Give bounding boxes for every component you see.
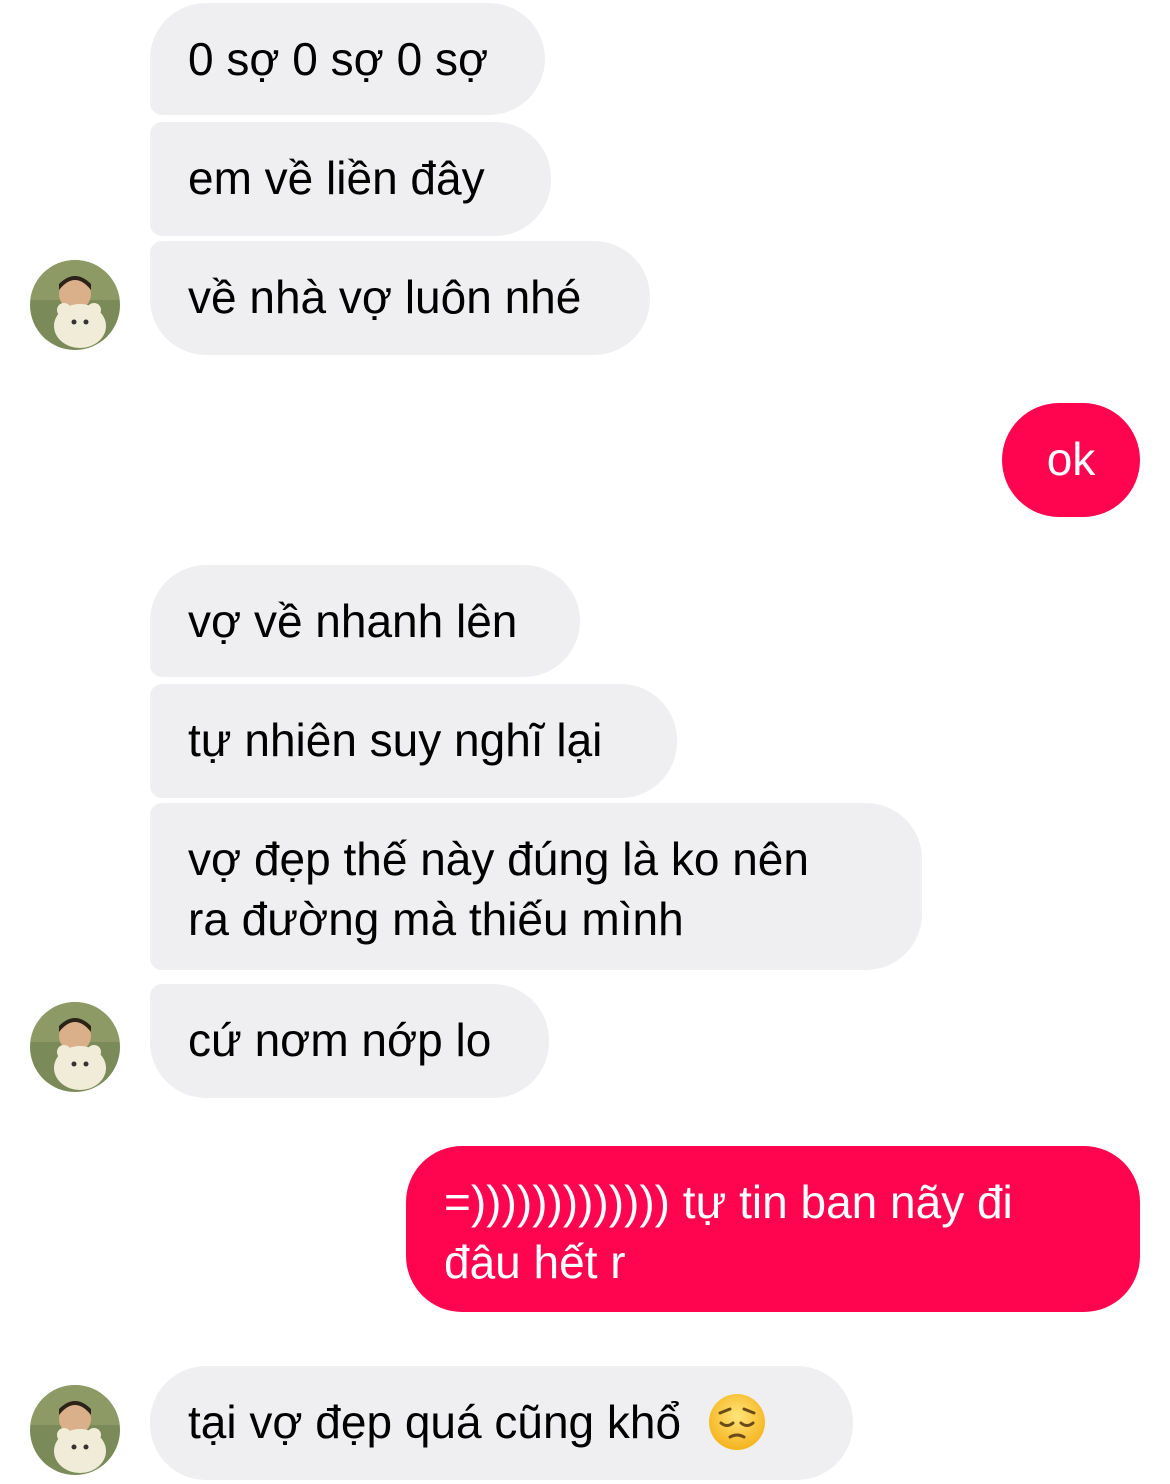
contact-avatar[interactable] [30, 1002, 120, 1092]
message-text: cứ nơm nớp lo [188, 1014, 492, 1066]
message-text: tự nhiên suy nghĩ lại [188, 714, 603, 766]
message-text: tại vợ đẹp quá cũng khổ [188, 1396, 682, 1448]
contact-avatar[interactable] [30, 1385, 120, 1475]
message-bubble-incoming[interactable]: về nhà vợ luôn nhé [150, 241, 650, 355]
message-bubble-incoming[interactable]: vợ về nhanh lên [150, 565, 580, 677]
message-text: vợ về nhanh lên [188, 595, 518, 647]
message-text: 0 sợ 0 sợ 0 sợ [188, 33, 489, 85]
message-text: em về liền đây [188, 152, 485, 204]
pensive-face-emoji [708, 1393, 766, 1451]
message-text-line-2: ra đường mà thiếu mình [188, 893, 684, 945]
message-bubble-outgoing[interactable]: ok [1002, 403, 1140, 517]
message-bubble-incoming[interactable]: vợ đẹp thế này đúng là ko nên ra đường m… [150, 803, 922, 970]
message-bubble-incoming[interactable]: em về liền đây [150, 122, 551, 236]
message-text: ok [1046, 433, 1096, 485]
message-bubble-incoming[interactable]: tại vợ đẹp quá cũng khổ [150, 1366, 853, 1480]
contact-avatar[interactable] [30, 260, 120, 350]
message-bubble-outgoing[interactable]: =))))))))))))) tự tin ban nãy đi đâu hết… [406, 1146, 1140, 1312]
message-text-line-1: vợ đẹp thế này đúng là ko nên [188, 833, 809, 885]
message-bubble-incoming[interactable]: cứ nơm nớp lo [150, 984, 549, 1098]
message-text-line-2: đâu hết r [444, 1236, 626, 1288]
message-text: về nhà vợ luôn nhé [188, 271, 582, 323]
message-bubble-incoming[interactable]: 0 sợ 0 sợ 0 sợ [150, 3, 545, 115]
message-bubble-incoming[interactable]: tự nhiên suy nghĩ lại [150, 684, 677, 798]
message-text-line-1: =))))))))))))) tự tin ban nãy đi [444, 1176, 1013, 1228]
